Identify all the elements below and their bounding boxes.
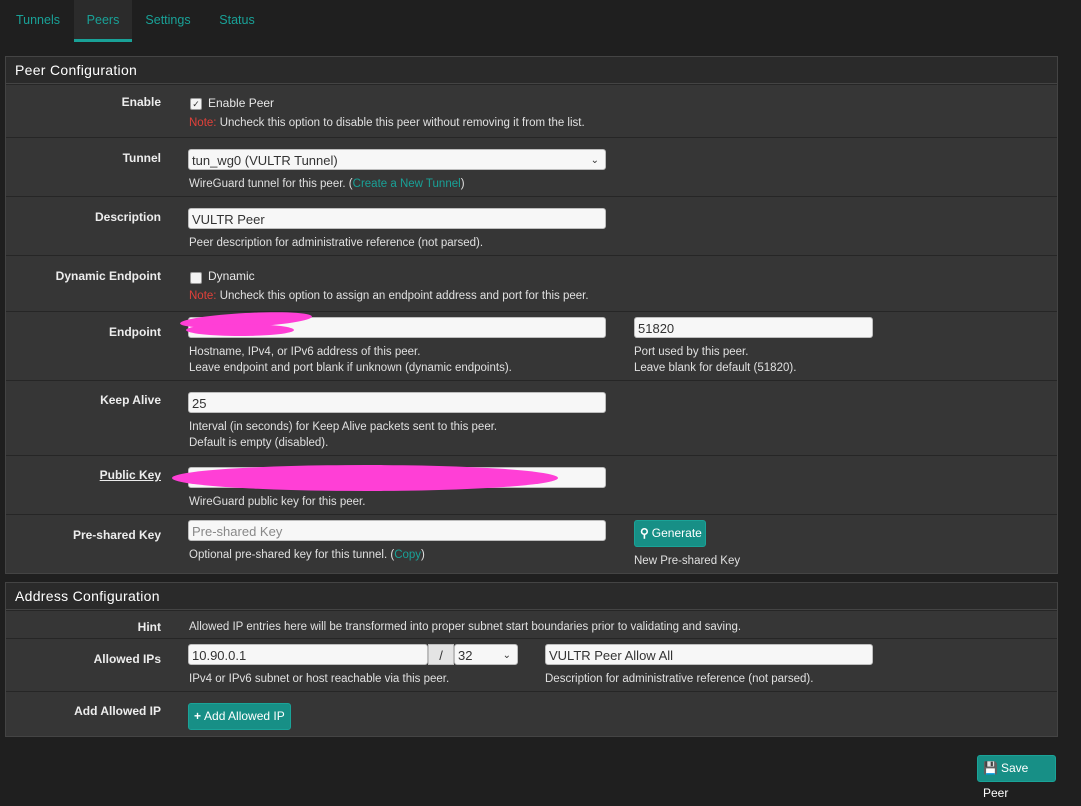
pre-shared-key-help: Optional pre-shared key for this tunnel.… <box>189 547 425 563</box>
hint-label: Hint <box>137 620 161 634</box>
pre-shared-key-row: Pre-shared Key Pre-shared Key Optional p… <box>6 514 1057 573</box>
description-input[interactable]: VULTR Peer <box>188 208 606 229</box>
keep-alive-label: Keep Alive <box>100 393 161 407</box>
redaction-mark <box>186 324 294 336</box>
plus-icon: + <box>194 709 202 723</box>
dynamic-checkbox-label: Dynamic <box>208 269 255 283</box>
save-peer-button[interactable]: 💾 Save Peer <box>977 755 1056 800</box>
port-help-1: Port used by this peer. <box>634 346 749 358</box>
enable-row: Enable ✓ Enable Peer Note: Uncheck this … <box>6 84 1057 138</box>
subnet-separator: / <box>428 644 454 665</box>
add-allowed-ip-button[interactable]: + Add Allowed IP <box>188 703 291 730</box>
enable-note: Note: Uncheck this option to disable thi… <box>189 115 585 131</box>
public-key-label-link[interactable]: Public Key <box>6 468 161 482</box>
dynamic-checkbox[interactable] <box>190 272 202 284</box>
endpoint-label: Endpoint <box>109 325 161 339</box>
tunnel-row: Tunnel tun_wg0 (VULTR Tunnel) ⌄ WireGuard… <box>6 137 1057 197</box>
add-allowed-ip-label: Add Allowed IP <box>74 704 161 718</box>
enable-peer-checkbox[interactable]: ✓ <box>190 98 202 110</box>
tunnel-help-close: ) <box>460 178 465 190</box>
tab-settings[interactable]: Settings <box>138 0 198 40</box>
dynamic-endpoint-row: Dynamic Endpoint Dynamic Note: Uncheck t… <box>6 255 1057 312</box>
create-new-tunnel-link[interactable]: Create a New Tunnel <box>353 178 461 190</box>
subnet-mask-select[interactable]: 32 ⌄ <box>454 644 518 665</box>
public-key-row: Public Key WireGuard public key for this… <box>6 455 1057 515</box>
note-text: Uncheck this option to disable this peer… <box>216 117 585 129</box>
note-prefix: Note: <box>189 117 217 129</box>
tunnel-help: WireGuard tunnel for this peer. (Create … <box>189 176 465 192</box>
copy-link[interactable]: Copy <box>394 549 421 561</box>
psk-help-close: ) <box>421 549 425 561</box>
allowed-ip-description-input[interactable]: VULTR Peer Allow All <box>545 644 873 665</box>
chevron-down-icon: ⌄ <box>590 155 599 166</box>
enable-label: Enable <box>121 95 161 109</box>
redaction-mark <box>172 465 558 491</box>
allowed-ips-label: Allowed IPs <box>93 652 161 666</box>
keep-alive-help-1: Interval (in seconds) for Keep Alive pac… <box>189 421 498 433</box>
hint-text: Allowed IP entries here will be transfor… <box>189 621 742 633</box>
allowed-ip-description-help: Description for administrative reference… <box>545 673 814 685</box>
tab-tunnels[interactable]: Tunnels <box>8 0 68 40</box>
tunnel-select-value: tun_wg0 (VULTR Tunnel) <box>192 153 338 168</box>
add-allowed-ip-button-label: Add Allowed IP <box>204 709 285 723</box>
allowed-ips-row: Allowed IPs 10.90.0.1 / 32 ⌄ IPv4 or IPv6… <box>6 638 1057 692</box>
allowed-ip-help: IPv4 or IPv6 subnet or host reachable vi… <box>189 673 450 685</box>
panel-title: Peer Configuration <box>6 57 1057 84</box>
subnet-mask-value: 32 <box>458 648 473 663</box>
keep-alive-row: Keep Alive 25 Interval (in seconds) for … <box>6 380 1057 456</box>
allowed-ip-input[interactable]: 10.90.0.1 <box>188 644 428 665</box>
keep-alive-help-2: Default is empty (disabled). <box>189 437 329 449</box>
description-help: Peer description for administrative refe… <box>189 237 484 249</box>
endpoint-help-2: Leave endpoint and port blank if unknown… <box>189 362 512 374</box>
public-key-help: WireGuard public key for this peer. <box>189 496 366 508</box>
psk-help-text: Optional pre-shared key for this tunnel.… <box>189 549 395 561</box>
generate-button-label: Generate <box>651 526 702 540</box>
note-text: Uncheck this option to assign an endpoin… <box>216 290 589 302</box>
tunnel-select[interactable]: tun_wg0 (VULTR Tunnel) ⌄ <box>188 149 606 170</box>
tab-bar: Tunnels Peers Settings Status <box>0 0 1081 44</box>
generate-button[interactable]: ⚲ Generate <box>634 520 706 547</box>
add-allowed-ip-row: Add Allowed IP + Add Allowed IP <box>6 691 1057 736</box>
address-configuration-panel: Address Configuration Hint Allowed IP en… <box>5 582 1058 737</box>
keep-alive-input[interactable]: 25 <box>188 392 606 413</box>
description-label: Description <box>94 210 161 224</box>
tab-peers[interactable]: Peers <box>74 0 132 42</box>
pre-shared-key-input[interactable]: Pre-shared Key <box>188 520 606 541</box>
note-prefix: Note: <box>189 290 217 302</box>
dynamic-endpoint-label: Dynamic Endpoint <box>55 269 161 283</box>
description-row: Description VULTR Peer Peer description … <box>6 196 1057 256</box>
dynamic-note: Note: Uncheck this option to assign an e… <box>189 288 589 304</box>
endpoint-help-1: Hostname, IPv4, or IPv6 address of this … <box>189 346 421 358</box>
enable-peer-checkbox-label: Enable Peer <box>208 96 275 110</box>
tunnel-label: Tunnel <box>122 151 161 165</box>
tunnel-help-text: WireGuard tunnel for this peer. ( <box>189 178 353 190</box>
port-help-2: Leave blank for default (51820). <box>634 362 797 374</box>
key-icon: ⚲ <box>640 526 649 540</box>
endpoint-port-input[interactable]: 51820 <box>634 317 873 338</box>
panel-title: Address Configuration <box>6 583 1057 610</box>
floppy-disk-icon: 💾 <box>983 761 998 775</box>
peer-configuration-panel: Peer Configuration Enable ✓ Enable Peer … <box>5 56 1058 574</box>
tab-status[interactable]: Status <box>210 0 264 40</box>
hint-row: Hint Allowed IP entries here will be tra… <box>6 610 1057 639</box>
generate-help: New Pre-shared Key <box>634 555 741 567</box>
endpoint-row: Endpoint Hostname, IPv4, or IPv6 address… <box>6 309 1057 381</box>
chevron-down-icon: ⌄ <box>502 650 511 661</box>
pre-shared-key-label: Pre-shared Key <box>72 528 161 542</box>
